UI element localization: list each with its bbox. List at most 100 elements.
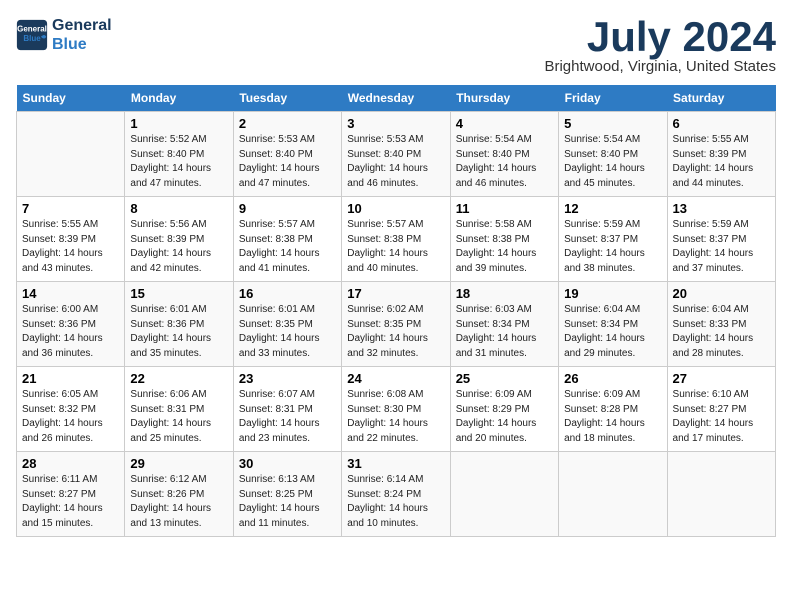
day-number: 11: [456, 201, 553, 216]
day-number: 28: [22, 456, 119, 471]
day-info: Sunrise: 6:02 AM Sunset: 8:35 PM Dayligh…: [347, 303, 444, 361]
day-info: Sunrise: 5:59 AM Sunset: 8:37 PM Dayligh…: [673, 218, 770, 276]
week-row-4: 21 Sunrise: 6:05 AM Sunset: 8:32 PM Dayli…: [17, 367, 776, 452]
day-number: 25: [456, 371, 553, 386]
day-number: 2: [239, 116, 336, 131]
header-thursday: Thursday: [450, 85, 558, 112]
day-info: Sunrise: 6:05 AM Sunset: 8:32 PM Dayligh…: [22, 388, 119, 446]
day-number: 10: [347, 201, 444, 216]
calendar-cell: 9 Sunrise: 5:57 AM Sunset: 8:38 PM Daylig…: [233, 197, 341, 282]
day-number: 29: [130, 456, 227, 471]
day-number: 21: [22, 371, 119, 386]
calendar-cell: 19Sunrise: 6:04 AM Sunset: 8:34 PM Dayli…: [559, 282, 667, 367]
day-number: 20: [673, 286, 770, 301]
calendar-cell: 20 Sunrise: 6:04 AM Sunset: 8:33 PM Dayli…: [667, 282, 775, 367]
header-wednesday: Wednesday: [342, 85, 450, 112]
calendar-cell: [667, 452, 775, 537]
calendar-cell: [17, 112, 125, 197]
calendar-cell: 7 Sunrise: 5:55 AM Sunset: 8:39 PM Daylig…: [17, 197, 125, 282]
day-number: 4: [456, 116, 553, 131]
day-number: 6: [673, 116, 770, 131]
calendar-cell: 31 Sunrise: 6:14 AM Sunset: 8:24 PM Dayli…: [342, 452, 450, 537]
header-saturday: Saturday: [667, 85, 775, 112]
calendar-cell: 15 Sunrise: 6:01 AM Sunset: 8:36 PM Dayli…: [125, 282, 233, 367]
calendar-cell: 12Sunrise: 5:59 AM Sunset: 8:37 PM Dayli…: [559, 197, 667, 282]
calendar-cell: 5Sunrise: 5:54 AM Sunset: 8:40 PM Daylig…: [559, 112, 667, 197]
day-info: Sunrise: 5:58 AM Sunset: 8:38 PM Dayligh…: [456, 218, 553, 276]
title-area: July 2024 Brightwood, Virginia, United S…: [544, 16, 776, 75]
day-info: Sunrise: 6:11 AM Sunset: 8:27 PM Dayligh…: [22, 473, 119, 531]
day-number: 14: [22, 286, 119, 301]
calendar-cell: 23Sunrise: 6:07 AM Sunset: 8:31 PM Dayli…: [233, 367, 341, 452]
day-number: 24: [347, 371, 444, 386]
day-info: Sunrise: 6:07 AM Sunset: 8:31 PM Dayligh…: [239, 388, 336, 446]
calendar-cell: 24 Sunrise: 6:08 AM Sunset: 8:30 PM Dayli…: [342, 367, 450, 452]
day-info: Sunrise: 6:08 AM Sunset: 8:30 PM Dayligh…: [347, 388, 444, 446]
header-sunday: Sunday: [17, 85, 125, 112]
calendar-cell: 17 Sunrise: 6:02 AM Sunset: 8:35 PM Dayli…: [342, 282, 450, 367]
svg-text:Blue: Blue: [23, 34, 41, 43]
month-title: July 2024: [544, 16, 776, 58]
header-tuesday: Tuesday: [233, 85, 341, 112]
day-number: 27: [673, 371, 770, 386]
day-number: 1: [130, 116, 227, 131]
calendar-cell: 14 Sunrise: 6:00 AM Sunset: 8:36 PM Dayli…: [17, 282, 125, 367]
day-number: 31: [347, 456, 444, 471]
day-number: 13: [673, 201, 770, 216]
header-monday: Monday: [125, 85, 233, 112]
day-number: 18: [456, 286, 553, 301]
day-info: Sunrise: 6:06 AM Sunset: 8:31 PM Dayligh…: [130, 388, 227, 446]
day-number: 12: [564, 201, 661, 216]
header-friday: Friday: [559, 85, 667, 112]
day-info: Sunrise: 5:54 AM Sunset: 8:40 PM Dayligh…: [456, 133, 553, 191]
day-number: 7: [22, 201, 119, 216]
calendar-cell: 13 Sunrise: 5:59 AM Sunset: 8:37 PM Dayli…: [667, 197, 775, 282]
day-info: Sunrise: 6:01 AM Sunset: 8:36 PM Dayligh…: [130, 303, 227, 361]
day-info: Sunrise: 5:55 AM Sunset: 8:39 PM Dayligh…: [22, 218, 119, 276]
day-number: 30: [239, 456, 336, 471]
calendar-cell: [450, 452, 558, 537]
week-row-1: 1 Sunrise: 5:52 AM Sunset: 8:40 PM Daylig…: [17, 112, 776, 197]
day-number: 3: [347, 116, 444, 131]
week-row-3: 14 Sunrise: 6:00 AM Sunset: 8:36 PM Dayli…: [17, 282, 776, 367]
day-info: Sunrise: 6:03 AM Sunset: 8:34 PM Dayligh…: [456, 303, 553, 361]
day-number: 5: [564, 116, 661, 131]
calendar-cell: 18 Sunrise: 6:03 AM Sunset: 8:34 PM Dayli…: [450, 282, 558, 367]
day-number: 22: [130, 371, 227, 386]
day-info: Sunrise: 6:09 AM Sunset: 8:28 PM Dayligh…: [564, 388, 661, 446]
calendar-cell: 1 Sunrise: 5:52 AM Sunset: 8:40 PM Daylig…: [125, 112, 233, 197]
day-info: Sunrise: 5:57 AM Sunset: 8:38 PM Dayligh…: [347, 218, 444, 276]
day-info: Sunrise: 5:57 AM Sunset: 8:38 PM Dayligh…: [239, 218, 336, 276]
day-info: Sunrise: 5:55 AM Sunset: 8:39 PM Dayligh…: [673, 133, 770, 191]
day-info: Sunrise: 6:12 AM Sunset: 8:26 PM Dayligh…: [130, 473, 227, 531]
week-row-5: 28 Sunrise: 6:11 AM Sunset: 8:27 PM Dayli…: [17, 452, 776, 537]
day-info: Sunrise: 6:00 AM Sunset: 8:36 PM Dayligh…: [22, 303, 119, 361]
calendar-table: SundayMondayTuesdayWednesdayThursdayFrid…: [16, 85, 776, 537]
day-info: Sunrise: 6:04 AM Sunset: 8:33 PM Dayligh…: [673, 303, 770, 361]
location: Brightwood, Virginia, United States: [544, 58, 776, 75]
day-info: Sunrise: 5:53 AM Sunset: 8:40 PM Dayligh…: [239, 133, 336, 191]
calendar-cell: 3 Sunrise: 5:53 AM Sunset: 8:40 PM Daylig…: [342, 112, 450, 197]
calendar-cell: 6 Sunrise: 5:55 AM Sunset: 8:39 PM Daylig…: [667, 112, 775, 197]
calendar-cell: 2 Sunrise: 5:53 AM Sunset: 8:40 PM Daylig…: [233, 112, 341, 197]
calendar-header-row: SundayMondayTuesdayWednesdayThursdayFrid…: [17, 85, 776, 112]
day-number: 15: [130, 286, 227, 301]
day-number: 8: [130, 201, 227, 216]
day-number: 17: [347, 286, 444, 301]
day-number: 16: [239, 286, 336, 301]
day-info: Sunrise: 5:52 AM Sunset: 8:40 PM Dayligh…: [130, 133, 227, 191]
svg-text:General: General: [17, 25, 47, 34]
calendar-cell: 27 Sunrise: 6:10 AM Sunset: 8:27 PM Dayli…: [667, 367, 775, 452]
day-info: Sunrise: 6:14 AM Sunset: 8:24 PM Dayligh…: [347, 473, 444, 531]
day-number: 9: [239, 201, 336, 216]
calendar-cell: 16Sunrise: 6:01 AM Sunset: 8:35 PM Dayli…: [233, 282, 341, 367]
calendar-cell: [559, 452, 667, 537]
day-info: Sunrise: 5:56 AM Sunset: 8:39 PM Dayligh…: [130, 218, 227, 276]
day-info: Sunrise: 5:53 AM Sunset: 8:40 PM Dayligh…: [347, 133, 444, 191]
logo-icon: General Blue: [16, 19, 48, 51]
page-header: General Blue General Blue July 2024 Brig…: [16, 16, 776, 75]
calendar-cell: 4 Sunrise: 5:54 AM Sunset: 8:40 PM Daylig…: [450, 112, 558, 197]
day-info: Sunrise: 6:10 AM Sunset: 8:27 PM Dayligh…: [673, 388, 770, 446]
calendar-cell: 25Sunrise: 6:09 AM Sunset: 8:29 PM Dayli…: [450, 367, 558, 452]
calendar-cell: 21 Sunrise: 6:05 AM Sunset: 8:32 PM Dayli…: [17, 367, 125, 452]
